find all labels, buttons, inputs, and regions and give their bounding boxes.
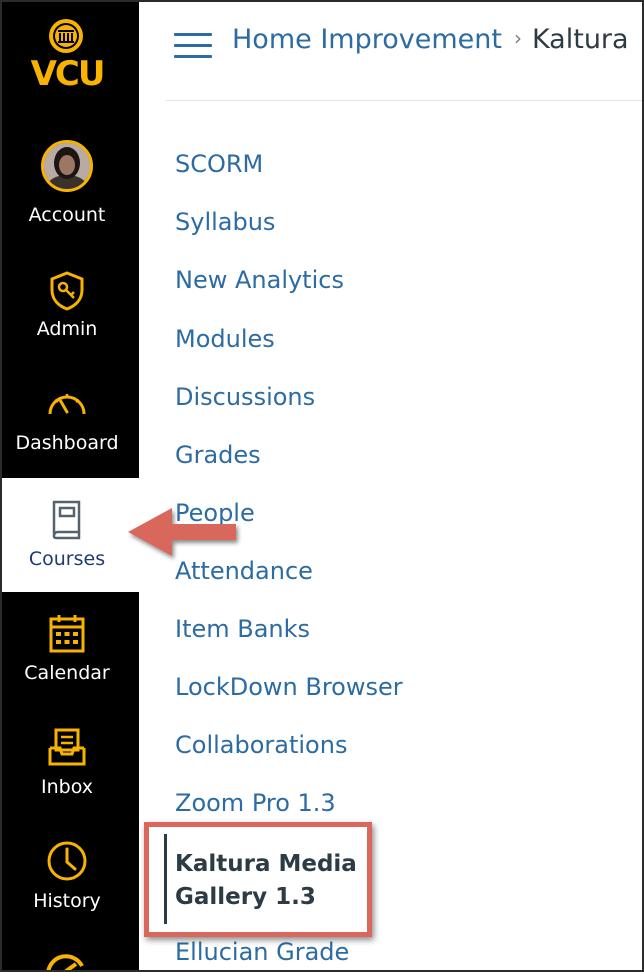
course-nav-grades[interactable]: Grades <box>175 441 261 475</box>
nav-calendar[interactable]: Calendar <box>2 592 139 706</box>
speedometer-icon <box>48 394 86 415</box>
nav-calendar-label: Calendar <box>24 662 110 684</box>
hamburger-icon[interactable] <box>174 32 212 60</box>
course-nav-lockdown-browser[interactable]: LockDown Browser <box>175 673 403 707</box>
course-nav-scorm[interactable]: SCORM <box>175 150 263 184</box>
nav-dashboard[interactable]: Dashboard <box>2 364 139 478</box>
nav-history-label: History <box>33 890 101 912</box>
course-nav-new-analytics[interactable]: New Analytics <box>175 266 344 300</box>
breadcrumb-separator-icon: › <box>513 26 522 50</box>
course-nav-item-banks[interactable]: Item Banks <box>175 615 310 649</box>
nav-dashboard-label: Dashboard <box>15 432 119 454</box>
highlight-annotation-box <box>144 822 372 937</box>
header-divider <box>166 100 642 101</box>
inbox-icon <box>48 728 86 766</box>
nav-admin[interactable]: Admin <box>2 252 139 366</box>
course-nav-zoom-pro[interactable]: Zoom Pro 1.3 <box>175 789 336 823</box>
shield-key-icon <box>50 271 84 311</box>
nav-history[interactable]: History <box>2 820 139 934</box>
vcu-seal-icon <box>49 19 83 53</box>
breadcrumb-course-link[interactable]: Home Improvement <box>232 24 502 55</box>
course-nav-syllabus[interactable]: Syllabus <box>175 208 275 242</box>
arrow-annotation-icon <box>128 508 236 556</box>
nav-inbox[interactable]: Inbox <box>2 706 139 820</box>
course-nav-modules[interactable]: Modules <box>175 325 275 359</box>
app-window: VCU Account Admin Dashboard Courses Cale… <box>0 0 644 972</box>
partial-nav-icon <box>46 954 84 970</box>
global-navigation: VCU Account Admin Dashboard Courses Cale… <box>2 2 139 970</box>
nav-account-label: Account <box>28 204 106 226</box>
course-nav-attendance[interactable]: Attendance <box>175 557 313 591</box>
breadcrumb: Home Improvement › Kaltura <box>232 24 629 64</box>
nav-inbox-label: Inbox <box>41 776 93 798</box>
clock-icon <box>47 841 87 881</box>
calendar-icon <box>49 615 85 653</box>
logo-text: VCU <box>30 54 106 94</box>
nav-courses[interactable]: Courses <box>2 478 139 592</box>
avatar <box>41 140 93 192</box>
course-nav-ellucian-grade[interactable]: Ellucian Grade <box>175 938 349 970</box>
breadcrumb-current: Kaltura <box>531 24 629 55</box>
course-nav-discussions[interactable]: Discussions <box>175 383 315 417</box>
course-nav-collaborations[interactable]: Collaborations <box>175 731 347 765</box>
vcu-logo[interactable]: VCU <box>2 16 139 96</box>
book-icon <box>52 500 81 540</box>
nav-account[interactable]: Account <box>2 132 139 246</box>
nav-admin-label: Admin <box>36 318 98 340</box>
nav-courses-label: Courses <box>28 548 106 570</box>
